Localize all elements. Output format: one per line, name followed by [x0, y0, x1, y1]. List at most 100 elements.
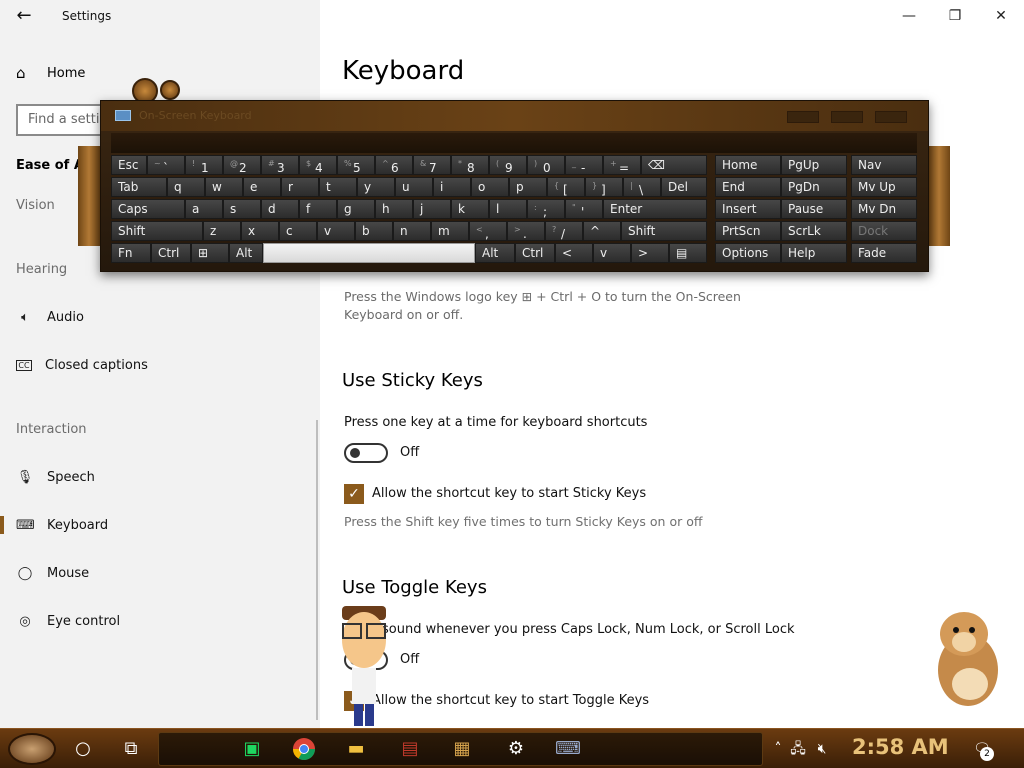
osk-key-2[interactable]: @2 [223, 155, 261, 175]
osk-key-0[interactable]: ) 0 [527, 155, 565, 175]
sidebar-item-mouse[interactable]: ◯ Mouse [0, 556, 318, 590]
osk-key-b[interactable]: b [355, 221, 393, 241]
osk-key-end[interactable]: End [715, 177, 781, 197]
osk-key-pgup[interactable]: PgUp [781, 155, 847, 175]
osk-key-symbol[interactable]: ⌫ [641, 155, 707, 175]
chrome-icon[interactable] [291, 737, 317, 761]
osk-key-j[interactable]: j [413, 199, 451, 219]
osk-key-p[interactable]: p [509, 177, 547, 197]
osk-key-symbol[interactable]: > [631, 243, 669, 263]
osk-key-symbol[interactable]: ⊞ [191, 243, 229, 263]
osk-key-s[interactable]: s [223, 199, 261, 219]
network-icon[interactable]: 🖧︎ [788, 739, 808, 759]
osk-key-ctrl[interactable]: Ctrl [151, 243, 191, 263]
osk-key-symbol[interactable]: < [555, 243, 593, 263]
osk-key-mvup[interactable]: Mv Up [851, 177, 917, 197]
osk-maximize-button[interactable] [831, 111, 863, 123]
volume-muted-icon[interactable]: 🔇︎ [812, 739, 832, 759]
osk-key-e[interactable]: e [243, 177, 281, 197]
osk-key-mvdn[interactable]: Mv Dn [851, 199, 917, 219]
sticky-keys-shortcut-checkbox[interactable]: ✓ [344, 484, 364, 504]
osk-key-symbol[interactable]: | \ [623, 177, 661, 197]
osk-key-w[interactable]: w [205, 177, 243, 197]
osk-key-insert[interactable]: Insert [715, 199, 781, 219]
osk-key-scrlk[interactable]: ScrLk [781, 221, 847, 241]
osk-key-shift[interactable]: Shift [111, 221, 203, 241]
osk-key-prtscn[interactable]: PrtScn [715, 221, 781, 241]
osk-key-shift[interactable]: Shift [621, 221, 707, 241]
osk-key-symbol[interactable]: ~ ` [147, 155, 185, 175]
osk-key-alt[interactable]: Alt [229, 243, 263, 263]
osk-key-u[interactable]: u [395, 177, 433, 197]
osk-key-c[interactable]: c [279, 221, 317, 241]
osk-key-f[interactable]: f [299, 199, 337, 219]
osk-key-tab[interactable]: Tab [111, 177, 167, 197]
sidebar-item-audio[interactable]: 🔈︎ Audio [0, 300, 318, 334]
sidebar-item-eye-control[interactable]: ◎ Eye control [0, 604, 318, 638]
nav-home[interactable]: ⌂ Home [16, 62, 85, 84]
osk-key-z[interactable]: z [203, 221, 241, 241]
osk-key-esc[interactable]: Esc [111, 155, 147, 175]
osk-key-symbol[interactable]: ? / [545, 221, 583, 241]
osk-key-symbol[interactable]: :; [527, 199, 565, 219]
osk-close-button[interactable] [875, 111, 907, 123]
osk-key-r[interactable]: r [281, 177, 319, 197]
osk-key-i[interactable]: i [433, 177, 471, 197]
osk-key-ctrl[interactable]: Ctrl [515, 243, 555, 263]
chevron-up-icon[interactable]: ˄ [768, 739, 788, 759]
osk-key-caps[interactable]: Caps [111, 199, 185, 219]
osk-key-7[interactable]: & 7 [413, 155, 451, 175]
sidebar-item-closed-captions[interactable]: CC Closed captions [0, 348, 318, 382]
osk-key-m[interactable]: m [431, 221, 469, 241]
osk-key-symbol[interactable]: ^ [583, 221, 621, 241]
sidebar-item-speech[interactable]: 🎙︎ Speech [0, 460, 318, 494]
osk-key-alt[interactable]: Alt [475, 243, 515, 263]
osk-key-n[interactable]: n [393, 221, 431, 241]
spotify-icon[interactable]: ▣ [239, 737, 265, 761]
osk-key-6[interactable]: ^ 6 [375, 155, 413, 175]
task-view-icon[interactable]: ⧉ [118, 737, 144, 761]
osk-key-d[interactable]: d [261, 199, 299, 219]
cortana-icon[interactable]: ○ [70, 737, 96, 761]
osk-key-v[interactable]: v [317, 221, 355, 241]
osk-key-symbol[interactable]: }] [585, 177, 623, 197]
osk-key-g[interactable]: g [337, 199, 375, 219]
game-icon[interactable]: ▦ [449, 737, 475, 761]
osk-key-5[interactable]: % 5 [337, 155, 375, 175]
osk-key-4[interactable]: $4 [299, 155, 337, 175]
osk-key-del[interactable]: Del [661, 177, 707, 197]
osk-key-y[interactable]: y [357, 177, 395, 197]
start-button[interactable] [8, 733, 56, 765]
osk-key-enter[interactable]: Enter [603, 199, 707, 219]
osk-key-space[interactable] [263, 243, 475, 263]
osk-key-pgdn[interactable]: PgDn [781, 177, 847, 197]
osk-key-symbol[interactable]: {[ [547, 177, 585, 197]
osk-titlebar[interactable]: On-Screen Keyboard [101, 101, 928, 131]
back-arrow-icon[interactable]: ← [10, 4, 38, 28]
osk-key-symbol[interactable]: ▤ [669, 243, 707, 263]
osk-key-symbol[interactable]: <, [469, 221, 507, 241]
osk-key-home[interactable]: Home [715, 155, 781, 175]
app-icon[interactable]: ▤ [397, 737, 423, 761]
osk-key-9[interactable]: (9 [489, 155, 527, 175]
osk-key-fade[interactable]: Fade [851, 243, 917, 263]
osk-key-nav[interactable]: Nav [851, 155, 917, 175]
osk-key-symbol[interactable]: _ - [565, 155, 603, 175]
osk-key-fn[interactable]: Fn [111, 243, 151, 263]
osk-key-8[interactable]: * 8 [451, 155, 489, 175]
osk-key-v[interactable]: v [593, 243, 631, 263]
osk-key-3[interactable]: #3 [261, 155, 299, 175]
sidebar-scrollbar[interactable] [316, 420, 318, 720]
clock[interactable]: 2:58 AM [852, 735, 949, 759]
osk-key-symbol[interactable]: " ' [565, 199, 603, 219]
osk-key-options[interactable]: Options [715, 243, 781, 263]
settings-icon[interactable]: ⚙ [503, 737, 529, 761]
osk-key-h[interactable]: h [375, 199, 413, 219]
osk-key-l[interactable]: l [489, 199, 527, 219]
osk-key-pause[interactable]: Pause [781, 199, 847, 219]
osk-key-o[interactable]: o [471, 177, 509, 197]
osk-key-a[interactable]: a [185, 199, 223, 219]
osk-key-symbol[interactable]: + = [603, 155, 641, 175]
osk-key-help[interactable]: Help [781, 243, 847, 263]
osk-key-symbol[interactable]: >. [507, 221, 545, 241]
